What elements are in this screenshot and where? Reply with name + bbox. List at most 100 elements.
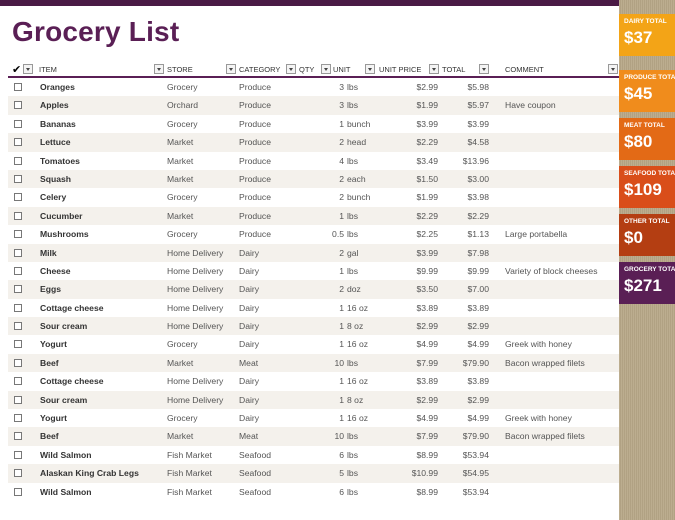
store-cell[interactable]: Grocery bbox=[167, 409, 198, 427]
category-cell[interactable]: Seafood bbox=[239, 446, 271, 464]
category-cell[interactable]: Dairy bbox=[239, 299, 259, 317]
item-name[interactable]: Apples bbox=[40, 96, 69, 114]
category-cell[interactable]: Dairy bbox=[239, 280, 259, 298]
row-checkbox[interactable] bbox=[14, 230, 22, 239]
row-checkbox[interactable] bbox=[14, 450, 22, 459]
qty-cell[interactable]: 1 bbox=[295, 409, 344, 427]
category-cell[interactable]: Dairy bbox=[239, 391, 259, 409]
unit-cell[interactable]: 16 oz bbox=[347, 372, 368, 390]
item-name[interactable]: Wild Salmon bbox=[40, 446, 92, 464]
store-cell[interactable]: Home Delivery bbox=[167, 299, 223, 317]
qty-cell[interactable]: 1 bbox=[295, 115, 344, 133]
unit-cell[interactable]: 8 oz bbox=[347, 391, 363, 409]
qty-cell[interactable]: 3 bbox=[295, 96, 344, 114]
row-checkbox[interactable] bbox=[14, 322, 22, 331]
unit-cell[interactable]: lbs bbox=[347, 152, 358, 170]
category-cell[interactable]: Dairy bbox=[239, 262, 259, 280]
item-name[interactable]: Squash bbox=[40, 170, 71, 188]
category-cell[interactable]: Dairy bbox=[239, 317, 259, 335]
unit-price-cell[interactable]: $2.99 bbox=[379, 317, 438, 335]
unit-cell[interactable]: lbs bbox=[347, 207, 358, 225]
item-name[interactable]: Cucumber bbox=[40, 207, 83, 225]
row-checkbox[interactable] bbox=[14, 303, 22, 312]
unit-price-cell[interactable]: $2.29 bbox=[379, 133, 438, 151]
category-cell[interactable]: Seafood bbox=[239, 464, 271, 482]
header-check[interactable]: ✔ bbox=[12, 62, 36, 76]
category-cell[interactable]: Produce bbox=[239, 96, 271, 114]
item-name[interactable]: Yogurt bbox=[40, 409, 67, 427]
category-cell[interactable]: Produce bbox=[239, 225, 271, 243]
qty-cell[interactable]: 1 bbox=[295, 391, 344, 409]
row-checkbox[interactable] bbox=[14, 193, 22, 202]
header-unit[interactable]: UNIT bbox=[333, 62, 351, 76]
qty-cell[interactable]: 10 bbox=[295, 427, 344, 445]
unit-price-cell[interactable]: $3.99 bbox=[379, 115, 438, 133]
row-checkbox[interactable] bbox=[14, 174, 22, 183]
qty-cell[interactable]: 0.5 bbox=[295, 225, 344, 243]
store-cell[interactable]: Orchard bbox=[167, 96, 198, 114]
store-cell[interactable]: Fish Market bbox=[167, 464, 212, 482]
qty-cell[interactable]: 1 bbox=[295, 372, 344, 390]
unit-price-cell[interactable]: $3.89 bbox=[379, 299, 438, 317]
unit-cell[interactable]: lbs bbox=[347, 483, 358, 501]
store-cell[interactable]: Home Delivery bbox=[167, 244, 223, 262]
unit-price-cell[interactable]: $7.99 bbox=[379, 354, 438, 372]
unit-price-cell[interactable]: $3.89 bbox=[379, 372, 438, 390]
qty-cell[interactable]: 2 bbox=[295, 170, 344, 188]
unit-cell[interactable]: lbs bbox=[347, 464, 358, 482]
unit-cell[interactable]: 16 oz bbox=[347, 409, 368, 427]
filter-dropdown-icon[interactable] bbox=[429, 64, 439, 74]
row-checkbox[interactable] bbox=[14, 266, 22, 275]
unit-price-cell[interactable]: $3.50 bbox=[379, 280, 438, 298]
unit-cell[interactable]: lbs bbox=[347, 225, 358, 243]
header-total[interactable]: TOTAL bbox=[442, 62, 465, 76]
comment-cell[interactable]: Variety of block cheeses bbox=[505, 262, 598, 280]
unit-cell[interactable]: 8 oz bbox=[347, 317, 363, 335]
item-name[interactable]: Wild Salmon bbox=[40, 483, 92, 501]
filter-dropdown-icon[interactable] bbox=[479, 64, 489, 74]
filter-dropdown-icon[interactable] bbox=[608, 64, 618, 74]
unit-cell[interactable]: gal bbox=[347, 244, 358, 262]
qty-cell[interactable]: 1 bbox=[295, 262, 344, 280]
store-cell[interactable]: Grocery bbox=[167, 335, 198, 353]
store-cell[interactable]: Fish Market bbox=[167, 446, 212, 464]
qty-cell[interactable]: 6 bbox=[295, 446, 344, 464]
row-checkbox[interactable] bbox=[14, 119, 22, 128]
item-name[interactable]: Cottage cheese bbox=[40, 299, 104, 317]
store-cell[interactable]: Home Delivery bbox=[167, 391, 223, 409]
item-name[interactable]: Mushrooms bbox=[40, 225, 89, 243]
item-name[interactable]: Celery bbox=[40, 188, 66, 206]
item-name[interactable]: Lettuce bbox=[40, 133, 71, 151]
category-cell[interactable]: Dairy bbox=[239, 372, 259, 390]
unit-price-cell[interactable]: $1.99 bbox=[379, 188, 438, 206]
unit-cell[interactable]: 16 oz bbox=[347, 299, 368, 317]
row-checkbox[interactable] bbox=[14, 340, 22, 349]
comment-cell[interactable]: Greek with honey bbox=[505, 335, 572, 353]
item-name[interactable]: Sour cream bbox=[40, 317, 87, 335]
category-cell[interactable]: Produce bbox=[239, 188, 271, 206]
category-cell[interactable]: Produce bbox=[239, 152, 271, 170]
store-cell[interactable]: Market bbox=[167, 207, 193, 225]
item-name[interactable]: Bananas bbox=[40, 115, 76, 133]
qty-cell[interactable]: 1 bbox=[295, 299, 344, 317]
unit-cell[interactable]: each bbox=[347, 170, 366, 188]
comment-cell[interactable]: Greek with honey bbox=[505, 409, 572, 427]
item-name[interactable]: Eggs bbox=[40, 280, 61, 298]
store-cell[interactable]: Home Delivery bbox=[167, 372, 223, 390]
filter-dropdown-icon[interactable] bbox=[321, 64, 331, 74]
row-checkbox[interactable] bbox=[14, 358, 22, 367]
comment-cell[interactable]: Bacon wrapped filets bbox=[505, 354, 585, 372]
filter-dropdown-icon[interactable] bbox=[23, 64, 34, 74]
qty-cell[interactable]: 2 bbox=[295, 244, 344, 262]
filter-dropdown-icon[interactable] bbox=[154, 64, 164, 74]
qty-cell[interactable]: 3 bbox=[295, 78, 344, 96]
store-cell[interactable]: Grocery bbox=[167, 115, 198, 133]
store-cell[interactable]: Market bbox=[167, 170, 193, 188]
item-name[interactable]: Milk bbox=[40, 244, 57, 262]
filter-dropdown-icon[interactable] bbox=[286, 64, 296, 74]
unit-price-cell[interactable]: $4.99 bbox=[379, 335, 438, 353]
category-cell[interactable]: Produce bbox=[239, 78, 271, 96]
store-cell[interactable]: Home Delivery bbox=[167, 262, 223, 280]
unit-cell[interactable]: 16 oz bbox=[347, 335, 368, 353]
unit-cell[interactable]: doz bbox=[347, 280, 361, 298]
